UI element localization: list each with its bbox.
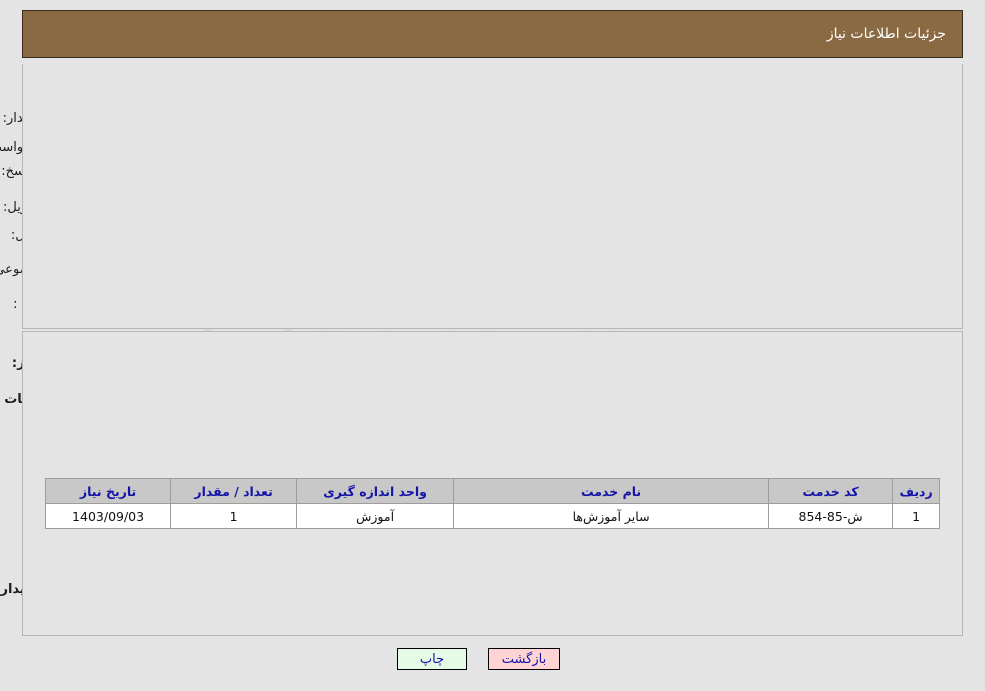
th-service-name: نام خدمت — [453, 478, 770, 504]
back-button[interactable]: بازگشت — [488, 648, 560, 670]
cell-unit: آموزش — [296, 503, 455, 529]
page-title: جزئیات اطلاعات نیاز — [826, 26, 946, 42]
cell-quantity: 1 — [170, 503, 298, 529]
header-bar: جزئیات اطلاعات نیاز — [22, 10, 963, 58]
cell-radif: 1 — [892, 503, 940, 529]
need-info-panel — [22, 64, 963, 329]
services-table: ردیف کد خدمت نام خدمت واحد اندازه گیری ت… — [44, 478, 940, 529]
cell-service-code: ش-85-854 — [768, 503, 894, 529]
th-radif: ردیف — [892, 478, 940, 504]
th-unit: واحد اندازه گیری — [296, 478, 455, 504]
table-header-row: ردیف کد خدمت نام خدمت واحد اندازه گیری ت… — [44, 478, 940, 504]
table-row: 1 ش-85-854 سایر آموزش‌ها آموزش 1 1403/09… — [44, 503, 940, 529]
th-quantity: تعداد / مقدار — [170, 478, 298, 504]
print-button[interactable]: چاپ — [397, 648, 467, 670]
cell-service-name: سایر آموزش‌ها — [453, 503, 770, 529]
cell-need-date: 1403/09/03 — [44, 503, 172, 529]
th-service-code: کد خدمت — [768, 478, 894, 504]
page-root: AriaTender.net جزئیات اطلاعات نیاز شماره… — [0, 0, 985, 691]
th-need-date: تاریخ نیاز — [44, 478, 172, 504]
